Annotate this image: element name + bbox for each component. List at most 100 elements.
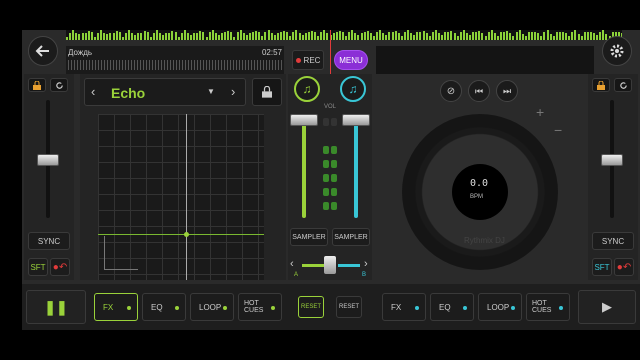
right-loop-tab[interactable]: LOOP xyxy=(478,293,522,321)
waveform-bar xyxy=(341,32,344,40)
track-info-bar: Дождь 02:57 xyxy=(66,46,284,74)
waveform-bar xyxy=(503,32,506,40)
jog-center xyxy=(452,164,508,220)
waveform-bar xyxy=(261,36,264,40)
left-eq-tab[interactable]: EQ xyxy=(142,293,186,321)
waveform-bar xyxy=(208,32,211,40)
left-lock-button[interactable] xyxy=(28,78,46,92)
waveform-bar xyxy=(115,31,118,40)
right-hot-cues-label: HOT CUES xyxy=(532,300,552,314)
waveform-bar xyxy=(214,32,217,40)
previous-button[interactable]: ⏮ xyxy=(468,80,490,102)
right-play-button[interactable]: ▶ xyxy=(578,290,636,324)
waveform-bar xyxy=(168,32,171,40)
back-arrow-icon xyxy=(35,45,49,57)
waveform-bar xyxy=(422,31,425,40)
left-fx-tab[interactable]: FX xyxy=(94,293,138,321)
link-button[interactable]: ⊘ xyxy=(440,80,462,102)
waveform-bar xyxy=(586,32,589,40)
waveform-bar xyxy=(81,33,84,40)
waveform-bar xyxy=(255,31,258,40)
right-pitch-slider[interactable] xyxy=(601,154,623,166)
right-cue-back-button[interactable]: ●↶ xyxy=(614,258,634,276)
rec-button[interactable]: REC xyxy=(292,50,324,70)
right-fx-tab[interactable]: FX xyxy=(382,293,426,321)
waveform-bar xyxy=(140,32,143,40)
xy-pad-cursor[interactable] xyxy=(184,232,189,237)
sampler-b-label: SAMPLER xyxy=(334,233,368,241)
sampler-b-button[interactable]: SAMPLER xyxy=(332,228,370,246)
right-lock-button[interactable] xyxy=(592,78,610,92)
right-volume-fader[interactable] xyxy=(342,114,370,126)
waveform-bar xyxy=(121,36,124,40)
left-hot-cues-tab[interactable]: HOT CUES xyxy=(238,293,282,321)
chevron-right-icon[interactable]: › xyxy=(231,84,235,99)
left-shift-button[interactable]: SFT xyxy=(28,258,48,276)
waveform-bar xyxy=(543,31,546,40)
next-button[interactable]: ⏭ xyxy=(496,80,518,102)
waveform-bar xyxy=(348,32,351,40)
left-sync-button[interactable]: SYNC xyxy=(28,232,70,250)
left-hot-cues-label: HOT CUES xyxy=(244,300,264,314)
left-play-pause-button[interactable]: ❚❚ xyxy=(26,290,86,324)
right-sync-button[interactable]: SYNC xyxy=(592,232,634,250)
crossfader-knob[interactable] xyxy=(324,256,336,274)
waveform-bar xyxy=(165,33,168,40)
right-pitch-panel: SYNC SFT ●↶ xyxy=(588,74,638,280)
waveform-bar xyxy=(134,34,137,40)
left-sampler-note-button[interactable]: ♫ xyxy=(294,76,320,102)
waveform-bar xyxy=(465,33,468,40)
right-fx-label: FX xyxy=(391,302,402,312)
fx-lock-button[interactable] xyxy=(252,78,282,106)
pitch-minus-label[interactable]: − xyxy=(554,122,562,138)
right-sampler-note-button[interactable]: ♫ xyxy=(340,76,366,102)
sampler-a-button[interactable]: SAMPLER xyxy=(290,228,328,246)
pitch-plus-label[interactable]: + xyxy=(536,104,544,120)
bpm-label: BPM xyxy=(470,194,484,200)
right-reset-button[interactable]: RESET xyxy=(336,296,362,318)
chevron-left-icon[interactable]: ‹ xyxy=(91,84,95,99)
refresh-icon xyxy=(619,81,627,89)
waveform-bar xyxy=(97,32,99,40)
waveform-bar xyxy=(174,32,177,40)
waveform-bar xyxy=(190,34,192,40)
waveform-bar xyxy=(298,33,301,40)
waveform-bar xyxy=(574,30,577,40)
overview-waveform[interactable] xyxy=(66,30,622,40)
effect-selector[interactable]: ‹ Echo ▼ › xyxy=(84,78,246,106)
left-loop-tab[interactable]: LOOP xyxy=(190,293,234,321)
waveform-bar xyxy=(289,36,292,40)
right-reset-pitch-button[interactable] xyxy=(614,78,632,92)
settings-button[interactable] xyxy=(602,36,632,66)
crossfader-left-chevron-icon[interactable]: ‹ xyxy=(290,258,294,270)
left-reset-button[interactable]: RESET xyxy=(298,296,324,318)
waveform-bar xyxy=(69,32,72,40)
right-hot-cues-tab[interactable]: HOT CUES xyxy=(526,293,570,321)
mini-waveform[interactable] xyxy=(68,60,282,70)
left-cue-back-button[interactable]: ●↶ xyxy=(50,258,70,276)
left-pitch-slider[interactable] xyxy=(37,154,59,166)
waveform-bar xyxy=(534,31,537,40)
waveform-bar xyxy=(493,33,496,40)
waveform-bar xyxy=(410,33,413,40)
waveform-bar xyxy=(434,30,437,40)
back-button[interactable] xyxy=(28,36,58,66)
jog-wheel[interactable]: 0.0 BPM Rythmix DJ xyxy=(402,114,558,270)
menu-button[interactable]: MENU xyxy=(334,50,368,70)
waveform-bar xyxy=(459,31,462,40)
left-reset-pitch-button[interactable] xyxy=(50,78,68,92)
left-volume-fader[interactable] xyxy=(290,114,318,126)
right-shift-button[interactable]: SFT xyxy=(592,258,612,276)
waveform-bar xyxy=(357,35,360,40)
waveform-bar xyxy=(360,32,363,40)
waveform-bar xyxy=(199,31,202,40)
waveform-bar xyxy=(307,32,310,40)
waveform-bar xyxy=(512,35,515,40)
waveform-bar xyxy=(425,32,428,40)
fx-xy-pad[interactable] xyxy=(98,114,264,280)
crossfader-right-chevron-icon[interactable]: › xyxy=(364,258,368,270)
right-eq-tab[interactable]: EQ xyxy=(430,293,474,321)
dropdown-arrow-icon[interactable]: ▼ xyxy=(207,87,215,96)
waveform-bar xyxy=(450,31,453,40)
waveform-bar xyxy=(196,32,199,40)
